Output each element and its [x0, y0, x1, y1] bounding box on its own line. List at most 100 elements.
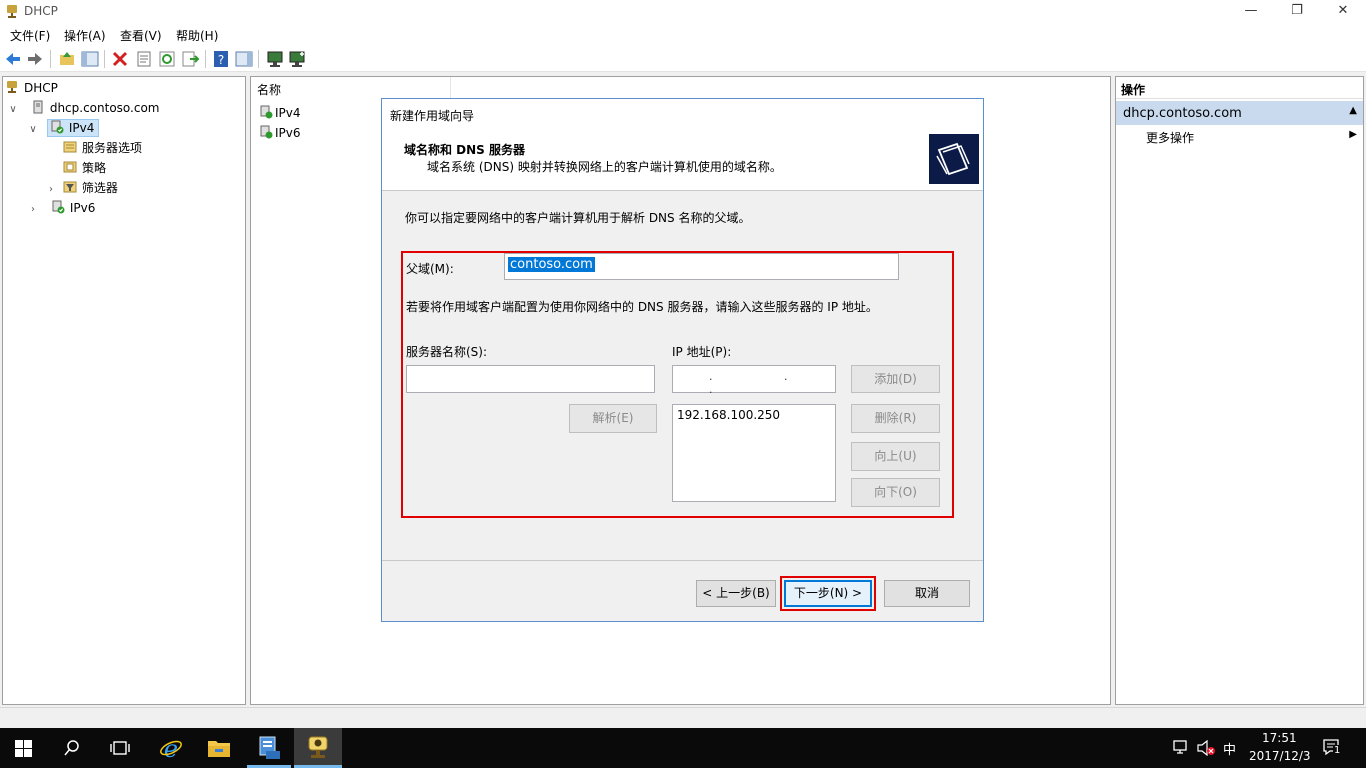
server-icon[interactable] [266, 50, 284, 68]
toolbar-separator [205, 50, 206, 68]
restore-button[interactable]: ❐ [1274, 0, 1320, 24]
up-folder-icon[interactable] [58, 50, 76, 68]
file-explorer-icon[interactable] [207, 737, 231, 759]
toolbar-separator [50, 50, 51, 68]
delete-icon[interactable] [111, 50, 129, 68]
forward-arrow-icon[interactable] [26, 50, 44, 68]
ip-list-item[interactable]: 192.168.100.250 [677, 408, 780, 422]
column-header-label: 名称 [257, 83, 282, 97]
cancel-button[interactable]: 取消 [884, 580, 970, 607]
server-name-input[interactable] [406, 365, 655, 393]
tree-item-filters[interactable]: › 筛选器 [45, 178, 118, 198]
tree-label-filters: 筛选器 [81, 181, 118, 195]
ipv4-check-icon [51, 120, 64, 134]
chevron-right-icon[interactable]: › [27, 200, 39, 220]
dns-hint-text: 若要将作用域客户端配置为使用你网络中的 DNS 服务器，请输入这些服务器的 IP… [406, 300, 878, 314]
show-hide-tree-icon[interactable] [81, 50, 99, 68]
menu-action[interactable]: 操作(A) [64, 27, 106, 44]
tree-item-ipv4[interactable]: ∨ IPv4 [27, 118, 100, 140]
toolbar-separator [258, 50, 259, 68]
actions-section-server[interactable]: dhcp.contoso.com ▲ [1116, 101, 1363, 125]
minimize-button[interactable]: — [1228, 0, 1274, 24]
dhcp-app-icon [7, 5, 17, 18]
ipv4-check-icon [260, 105, 273, 119]
tree-label-server-options: 服务器选项 [82, 141, 143, 155]
internet-explorer-icon[interactable]: e [159, 736, 183, 760]
chevron-down-icon[interactable]: ∨ [7, 100, 19, 120]
ipv6-check-icon [52, 200, 65, 214]
submenu-arrow-icon: ▶ [1349, 129, 1357, 140]
list-item[interactable]: IPv6 [259, 123, 301, 143]
next-button[interactable]: 下一步(N) > [784, 580, 872, 607]
add-server-icon[interactable] [288, 50, 306, 68]
tree-item-policies[interactable]: 策略 [63, 158, 106, 178]
title-bar: DHCP — ❐ ✕ [0, 0, 1366, 24]
menu-file[interactable]: 文件(F) [10, 27, 50, 44]
tree-item-server-options[interactable]: 服务器选项 [63, 138, 142, 158]
clock-date[interactable]: 2017/12/3 [1249, 749, 1311, 763]
policies-icon [63, 161, 77, 173]
back-arrow-icon[interactable] [4, 50, 22, 68]
wizard-title: 新建作用域向导 [390, 109, 475, 123]
windows-start-icon[interactable] [15, 740, 32, 757]
toolbar: ? [0, 46, 1366, 72]
actions-pane: 操作 dhcp.contoso.com ▲ 更多操作 ▶ [1115, 76, 1364, 705]
task-view-icon[interactable] [109, 739, 131, 757]
more-actions-item[interactable]: 更多操作 ▶ [1116, 127, 1363, 147]
status-bar [0, 707, 1366, 728]
resolve-button[interactable]: 解析(E) [569, 404, 657, 433]
search-icon[interactable] [63, 739, 81, 757]
list-item[interactable]: IPv4 [259, 103, 301, 123]
refresh-icon[interactable] [158, 50, 176, 68]
tree-label-ipv6: IPv6 [69, 201, 96, 215]
toolbar-separator [104, 50, 105, 68]
parent-domain-input[interactable]: contoso.com [504, 253, 899, 280]
help-icon[interactable]: ? [212, 50, 230, 68]
tree-item-ipv6[interactable]: › IPv6 [27, 198, 95, 218]
tree-label-ipv4: IPv4 [68, 121, 95, 135]
chevron-down-icon[interactable]: ∨ [27, 120, 39, 140]
menu-view[interactable]: 查看(V) [120, 27, 162, 44]
clock-time[interactable]: 17:51 [1262, 731, 1297, 745]
export-icon[interactable] [181, 50, 199, 68]
network-icon[interactable] [1173, 740, 1191, 756]
remove-button[interactable]: 删除(R) [851, 404, 940, 433]
notification-count: 1 [1333, 745, 1342, 756]
actions-header: 操作 [1116, 77, 1363, 99]
tree-item-dhcp-root[interactable]: DHCP [5, 78, 58, 98]
move-up-button[interactable]: 向上(U) [851, 442, 940, 471]
move-down-button[interactable]: 向下(O) [851, 478, 940, 507]
parent-domain-value: contoso.com [508, 257, 595, 272]
action-center-button[interactable]: 1 [1322, 738, 1344, 758]
wizard-header: 新建作用域向导 域名称和 DNS 服务器 域名系统 (DNS) 映射并转换网络上… [382, 99, 983, 191]
taskbar: e 中 17:51 2017/12/3 1 [0, 728, 1366, 768]
filters-icon [63, 181, 77, 193]
actions-section-label: dhcp.contoso.com [1123, 106, 1242, 121]
tree-pane: DHCP ∨ dhcp.contoso.com ∨ IPv4 服务器选项 策略 … [2, 76, 246, 705]
tree-label-policies: 策略 [82, 161, 107, 175]
dhcp-taskbar-icon [308, 736, 328, 758]
tree-item-server[interactable]: ∨ dhcp.contoso.com [7, 98, 160, 118]
chevron-right-icon[interactable]: › [45, 180, 57, 200]
show-action-pane-icon[interactable] [235, 50, 253, 68]
collapse-up-icon[interactable]: ▲ [1349, 105, 1357, 116]
dhcp-root-icon [7, 81, 17, 93]
menu-bar: 文件(F) 操作(A) 查看(V) 帮助(H) [0, 24, 1366, 46]
ip-address-dots: . . . [709, 370, 822, 396]
ip-address-input[interactable]: . . . [672, 365, 836, 396]
close-button[interactable]: ✕ [1320, 0, 1366, 24]
ime-indicator[interactable]: 中 [1223, 739, 1236, 758]
parent-domain-label: 父域(M): [406, 262, 454, 276]
back-button[interactable]: < 上一步(B) [696, 580, 776, 607]
wizard-page-subheading: 域名系统 (DNS) 映射并转换网络上的客户端计算机使用的域名称。 [427, 160, 782, 174]
new-scope-wizard-dialog: 新建作用域向导 域名称和 DNS 服务器 域名系统 (DNS) 映射并转换网络上… [381, 98, 984, 622]
taskbar-server-manager[interactable] [245, 728, 293, 768]
properties-icon[interactable] [135, 50, 153, 68]
add-button[interactable]: 添加(D) [851, 365, 940, 393]
taskbar-dhcp[interactable] [294, 728, 342, 768]
column-header-name[interactable]: 名称 [251, 77, 451, 99]
menu-help[interactable]: 帮助(H) [176, 27, 218, 44]
volume-muted-icon[interactable] [1197, 740, 1215, 756]
tree-label-server: dhcp.contoso.com [49, 101, 160, 115]
ip-address-list[interactable]: 192.168.100.250 [672, 404, 836, 502]
